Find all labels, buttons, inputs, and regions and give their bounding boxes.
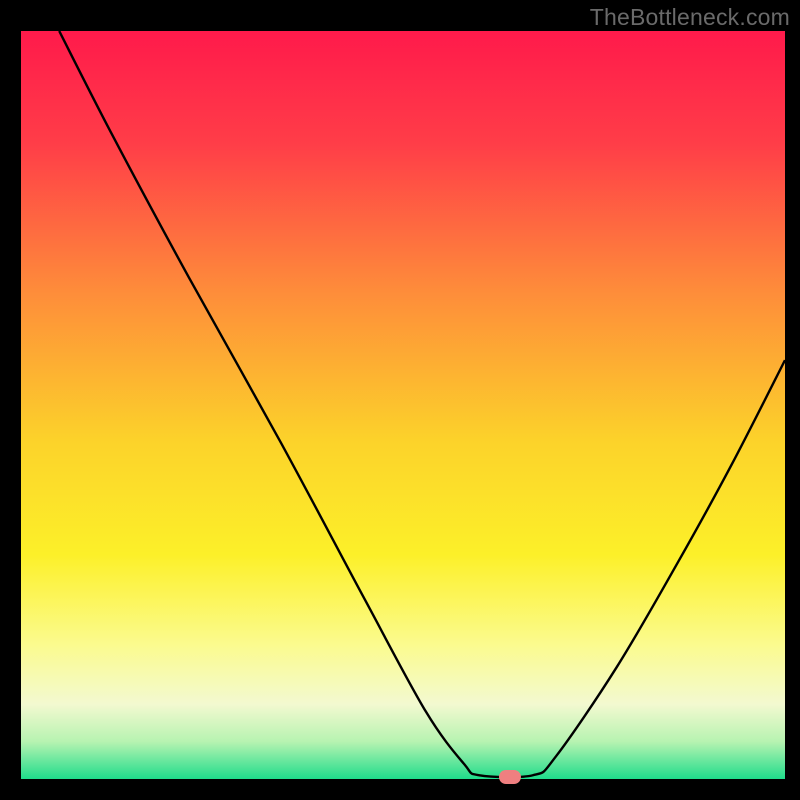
curve-marker: [499, 770, 521, 784]
chart-svg: [0, 0, 800, 800]
plot-background: [21, 31, 785, 779]
watermark-text: TheBottleneck.com: [590, 4, 790, 31]
chart-frame: TheBottleneck.com: [0, 0, 800, 800]
